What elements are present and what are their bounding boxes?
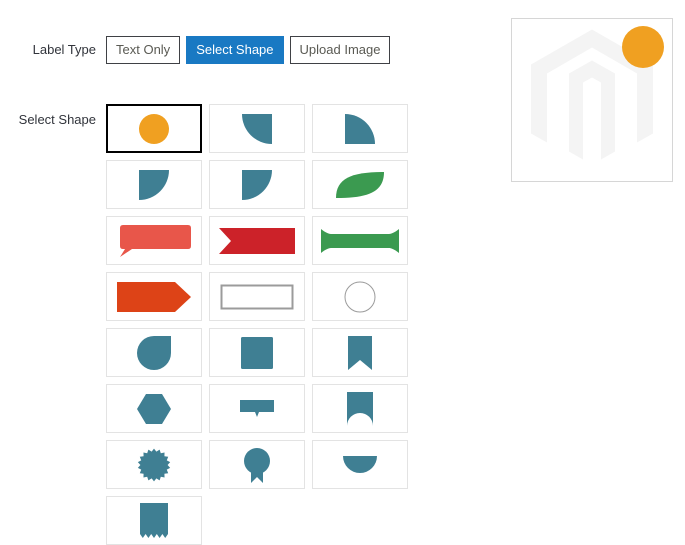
label-type-label: Label Type <box>32 42 96 57</box>
rectangle-outline-icon <box>220 284 294 310</box>
scalloped-circle-seal-icon <box>137 448 171 482</box>
square-icon <box>241 336 273 369</box>
shape-option-circle-outline[interactable] <box>312 272 408 321</box>
label-type-button-group: Text Only Select Shape Upload Image <box>106 36 391 64</box>
shape-option-arrow-tag-right[interactable] <box>106 272 202 321</box>
shape-preview-badge <box>622 26 664 68</box>
banner-concave-icon <box>321 228 399 254</box>
shape-option-receipt-zigzag[interactable] <box>106 496 202 545</box>
droplet-icon <box>137 335 171 370</box>
shape-option-rectangle-outline[interactable] <box>209 272 305 321</box>
shape-option-ribbon-notch-left[interactable] <box>209 216 305 265</box>
shape-option-speech-bubble[interactable] <box>106 216 202 265</box>
callout-bar-icon <box>240 399 274 418</box>
shape-option-circle-filled[interactable] <box>106 104 202 153</box>
shape-option-square[interactable] <box>209 328 305 377</box>
quarter-circle-bottom-right-icon <box>139 169 169 200</box>
label-type-button-upload-image[interactable]: Upload Image <box>289 36 391 64</box>
shape-option-award-badge[interactable] <box>209 440 305 489</box>
shape-option-bookmark-notch[interactable] <box>312 328 408 377</box>
shape-option-quarter-circle-top-right[interactable] <box>209 160 305 209</box>
select-shape-label: Select Shape <box>18 112 96 127</box>
speech-bubble-icon <box>116 224 192 258</box>
label-type-field-row: Label Type Text Only Select Shape Upload I… <box>0 36 391 64</box>
bookmark-arc-icon <box>347 391 373 426</box>
bookmark-notch-icon <box>348 335 372 370</box>
quarter-circle-top-right-icon <box>242 169 272 200</box>
shape-option-scalloped-circle-seal[interactable] <box>106 440 202 489</box>
leaf-icon <box>332 168 388 202</box>
label-shape-configurator: Label Type Text Only Select Shape Upload I… <box>0 0 685 545</box>
quarter-circle-bottom-left-icon <box>242 113 272 144</box>
quarter-circle-top-left-icon <box>345 113 375 144</box>
label-preview-panel <box>511 18 673 182</box>
shape-option-bookmark-arc[interactable] <box>312 384 408 433</box>
label-type-button-text-only[interactable]: Text Only <box>106 36 181 64</box>
shape-option-half-circle-bottom[interactable] <box>312 440 408 489</box>
shape-option-quarter-circle-bottom-right[interactable] <box>106 160 202 209</box>
receipt-zigzag-icon <box>140 502 168 539</box>
hexagon-icon <box>137 393 171 424</box>
circle-filled-icon <box>137 112 171 146</box>
half-circle-bottom-icon <box>343 455 377 474</box>
award-badge-icon <box>243 447 271 483</box>
arrow-tag-right-icon <box>117 281 191 312</box>
shape-option-callout-bar[interactable] <box>209 384 305 433</box>
circle-outline-icon <box>344 281 376 313</box>
shape-option-quarter-circle-top-left[interactable] <box>312 104 408 153</box>
shape-option-droplet[interactable] <box>106 328 202 377</box>
ribbon-notch-left-icon <box>219 227 295 254</box>
label-type-button-select-shape[interactable]: Select Shape <box>186 36 284 64</box>
shape-picker-grid <box>106 104 408 545</box>
shape-option-hexagon[interactable] <box>106 384 202 433</box>
shape-option-quarter-circle-bottom-left[interactable] <box>209 104 305 153</box>
shape-option-leaf[interactable] <box>312 160 408 209</box>
select-shape-field-row: Select Shape <box>0 104 408 545</box>
shape-option-banner-concave[interactable] <box>312 216 408 265</box>
